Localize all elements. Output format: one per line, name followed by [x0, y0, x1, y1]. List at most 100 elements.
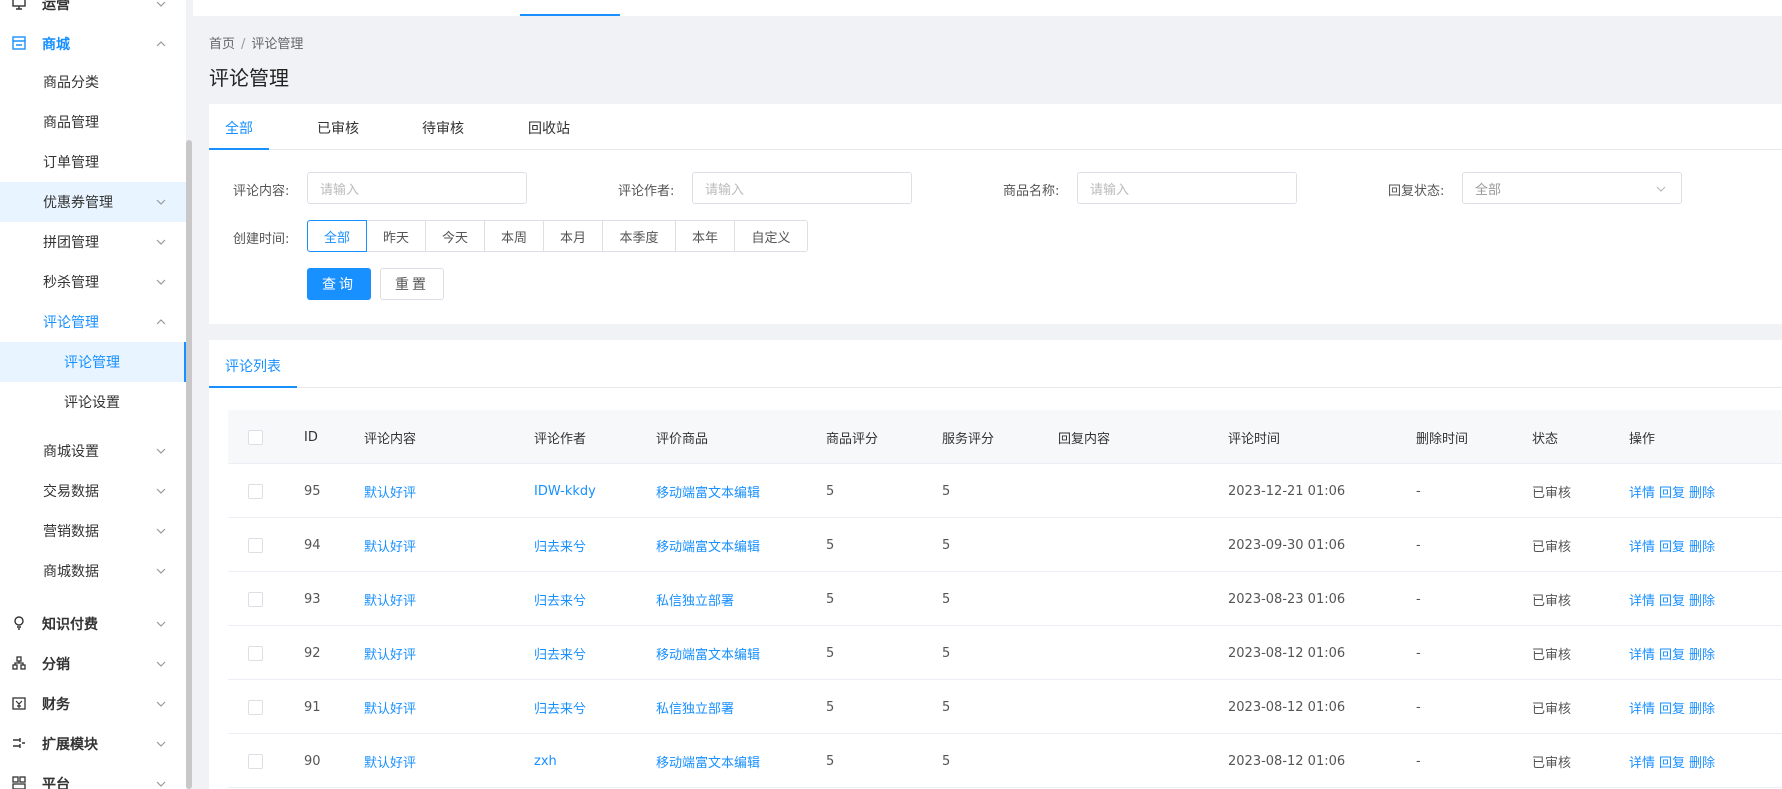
cell-product-score: 5: [826, 537, 835, 553]
reply-link[interactable]: 回复: [1659, 698, 1685, 717]
row-checkbox[interactable]: [248, 518, 263, 572]
sidebar-item-trade-data[interactable]: 交易数据: [0, 471, 186, 511]
cell-content[interactable]: 默认好评: [364, 464, 416, 518]
sidebar-item-shop[interactable]: 商城: [0, 24, 186, 64]
table-row: 94 默认好评 归去来兮 移动端富文本编辑 5 5 2023-09-30 01:…: [228, 518, 1782, 572]
time-option-all[interactable]: 全部: [307, 220, 367, 252]
cell-author[interactable]: zxh: [534, 734, 557, 788]
sidebar-item-label: 评论管理: [64, 355, 120, 371]
detail-link[interactable]: 详情: [1629, 590, 1655, 609]
time-option-week[interactable]: 本周: [484, 220, 544, 252]
cell-product[interactable]: 私信独立部署: [656, 680, 734, 734]
chevron-down-icon: [1655, 183, 1667, 199]
detail-link[interactable]: 详情: [1629, 752, 1655, 771]
cell-content[interactable]: 默认好评: [364, 680, 416, 734]
sidebar-item-group-buy[interactable]: 拼团管理: [0, 222, 186, 262]
time-option-custom[interactable]: 自定义: [734, 220, 808, 252]
tab-pending[interactable]: 待审核: [422, 118, 464, 138]
reply-link[interactable]: 回复: [1659, 752, 1685, 771]
reply-link[interactable]: 回复: [1659, 536, 1685, 555]
cell-content[interactable]: 默认好评: [364, 734, 416, 788]
cell-content[interactable]: 默认好评: [364, 626, 416, 680]
detail-link[interactable]: 详情: [1629, 644, 1655, 663]
cell-product[interactable]: 移动端富文本编辑: [656, 734, 760, 788]
sidebar-item-label: 评论管理: [43, 315, 99, 331]
cell-deleted-time: -: [1416, 591, 1421, 607]
detail-link[interactable]: 详情: [1629, 698, 1655, 717]
reply-link[interactable]: 回复: [1659, 482, 1685, 501]
reply-status-label: 回复状态:: [1388, 184, 1445, 199]
chevron-down-icon: [156, 0, 166, 9]
cell-product[interactable]: 移动端富文本编辑: [656, 464, 760, 518]
content-input[interactable]: 请输入: [307, 172, 527, 204]
row-checkbox[interactable]: [248, 680, 263, 734]
reply-link[interactable]: 回复: [1659, 590, 1685, 609]
row-checkbox[interactable]: [248, 572, 263, 626]
sidebar-item-order-management[interactable]: 订单管理: [0, 142, 186, 182]
tab-approved[interactable]: 已审核: [317, 118, 359, 138]
detail-link[interactable]: 详情: [1629, 482, 1655, 501]
reply-link[interactable]: 回复: [1659, 644, 1685, 663]
cell-author[interactable]: 归去来兮: [534, 626, 586, 680]
sidebar-item-extensions[interactable]: 扩展模块: [0, 724, 186, 764]
delete-link[interactable]: 删除: [1689, 590, 1715, 609]
sidebar-item-finance[interactable]: 财务: [0, 684, 186, 724]
sidebar-scrollbar[interactable]: [186, 140, 192, 789]
tab-recycle-bin[interactable]: 回收站: [528, 118, 570, 138]
delete-link[interactable]: 删除: [1689, 698, 1715, 717]
row-checkbox[interactable]: [248, 464, 263, 518]
chevron-down-icon: [156, 446, 166, 456]
product-input[interactable]: 请输入: [1077, 172, 1297, 204]
list-card: 评论列表 ID 评论内容 评论作者 评价商品 商品评分 服务评分 回复内容 评论…: [209, 340, 1782, 789]
cell-author[interactable]: 归去来兮: [534, 518, 586, 572]
tab-comment-list[interactable]: 评论列表: [225, 356, 281, 376]
sidebar-item-shop-settings[interactable]: 商城设置: [0, 431, 186, 471]
time-option-yesterday[interactable]: 昨天: [366, 220, 426, 252]
reset-button[interactable]: 重置: [380, 268, 444, 300]
select-all-checkbox[interactable]: [248, 410, 263, 464]
sidebar-item-marketing-data[interactable]: 营销数据: [0, 511, 186, 551]
cell-product[interactable]: 私信独立部署: [656, 572, 734, 626]
delete-link[interactable]: 删除: [1689, 752, 1715, 771]
detail-link[interactable]: 详情: [1629, 536, 1655, 555]
cell-status: 已审核: [1532, 647, 1572, 663]
delete-link[interactable]: 删除: [1689, 644, 1715, 663]
sidebar-item-platform[interactable]: 平台: [0, 764, 186, 789]
cell-author[interactable]: 归去来兮: [534, 680, 586, 734]
author-input[interactable]: 请输入: [692, 172, 912, 204]
sidebar-item-product-category[interactable]: 商品分类: [0, 62, 186, 102]
search-button[interactable]: 查询: [307, 268, 371, 300]
sidebar-item-knowledge[interactable]: 知识付费: [0, 604, 186, 644]
tab-all[interactable]: 全部: [225, 118, 253, 138]
cell-content[interactable]: 默认好评: [364, 572, 416, 626]
breadcrumb-home[interactable]: 首页: [209, 37, 235, 52]
delete-link[interactable]: 删除: [1689, 536, 1715, 555]
reply-status-select[interactable]: 全部: [1462, 172, 1682, 204]
sidebar-item-coupon-management[interactable]: 优惠券管理: [0, 182, 186, 222]
finance-icon: [12, 696, 28, 712]
sidebar-item-label: 平台: [42, 777, 70, 789]
delete-link[interactable]: 删除: [1689, 482, 1715, 501]
chevron-up-icon: [156, 317, 166, 327]
sidebar-item-distribution[interactable]: 分销: [0, 644, 186, 684]
sidebar-item-comment-list[interactable]: 评论管理: [0, 342, 186, 382]
time-option-year[interactable]: 本年: [675, 220, 735, 252]
sidebar-item-flash-sale[interactable]: 秒杀管理: [0, 262, 186, 302]
row-checkbox[interactable]: [248, 626, 263, 680]
cell-product[interactable]: 移动端富文本编辑: [656, 626, 760, 680]
cell-author[interactable]: IDW-kkdy: [534, 464, 596, 518]
sidebar-item-comment-management[interactable]: 评论管理: [0, 302, 186, 342]
sidebar-item-product-management[interactable]: 商品管理: [0, 102, 186, 142]
time-option-month[interactable]: 本月: [543, 220, 603, 252]
row-checkbox[interactable]: [248, 734, 263, 788]
sidebar-item-shop-data[interactable]: 商城数据: [0, 551, 186, 591]
cell-product[interactable]: 移动端富文本编辑: [656, 518, 760, 572]
cell-content[interactable]: 默认好评: [364, 518, 416, 572]
cell-author[interactable]: 归去来兮: [534, 572, 586, 626]
cell-product-score: 5: [826, 591, 835, 607]
sidebar-item-comment-settings[interactable]: 评论设置: [0, 382, 186, 422]
list-tab-underline: [209, 386, 297, 388]
sidebar-item-operations[interactable]: 运营: [0, 0, 186, 24]
time-option-quarter[interactable]: 本季度: [602, 220, 676, 252]
time-option-today[interactable]: 今天: [425, 220, 485, 252]
